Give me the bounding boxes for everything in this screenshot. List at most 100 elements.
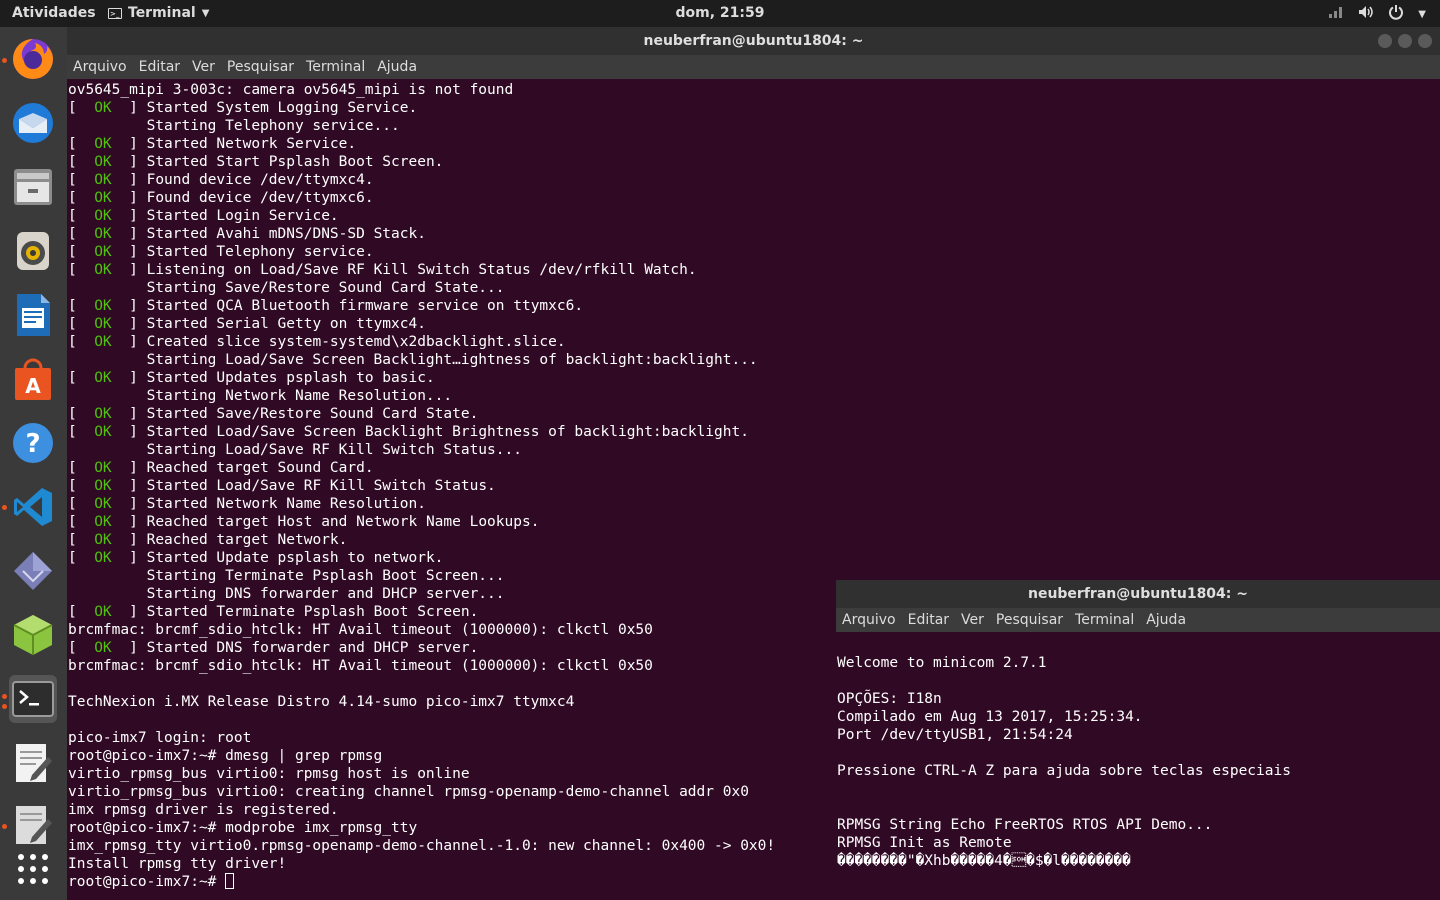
dock-item-software[interactable]: A [9, 355, 57, 403]
terminal-line-text: ov5645_mipi 3-003c: camera ov5645_mipi i… [68, 82, 514, 98]
terminal-line-text: Started Telephony service. [146, 244, 374, 260]
dock-item-thunderbird[interactable] [9, 99, 57, 147]
svg-text:A: A [25, 374, 41, 398]
menu-ajuda[interactable]: Ajuda [377, 59, 417, 75]
terminal-line: [ OK ] Created slice system-systemd\x2db… [68, 334, 566, 350]
running-indicator [2, 694, 7, 699]
terminal-line-text: Started Save/Restore Sound Card State. [146, 406, 479, 422]
terminal-line-text: Starting Telephony service... [68, 118, 400, 134]
running-indicator [2, 58, 7, 63]
writer-icon [17, 294, 50, 336]
terminal-line: [ OK ] Started Network Name Resolution. [68, 496, 426, 512]
menu-pesquisar[interactable]: Pesquisar [996, 612, 1063, 628]
window-title: neuberfran@ubuntu1804: ~ [643, 33, 864, 49]
dock-item-help[interactable]: ? [9, 419, 57, 467]
dock-item-firefox[interactable] [9, 35, 57, 83]
maximize-button[interactable] [1398, 34, 1412, 48]
terminal-line: [ OK ] Started Updates psplash to basic. [68, 370, 435, 386]
terminal-line-text: Started Terminate Psplash Boot Screen. [146, 604, 479, 620]
text-editor-icon [16, 806, 52, 844]
system-tray[interactable]: ▼ [1328, 4, 1426, 24]
ok-status: OK [94, 514, 112, 530]
terminal-line-text: Started Updates psplash to basic. [146, 370, 435, 386]
menu-pesquisar[interactable]: Pesquisar [227, 59, 294, 75]
terminal-line-text: root@pico-imx7:~# dmesg | grep rpmsg [68, 748, 383, 764]
menu-ver[interactable]: Ver [192, 59, 215, 75]
terminal-line: virtio_rpmsg_bus virtio0: rpmsg host is … [68, 765, 775, 783]
menu-terminal[interactable]: Terminal [1075, 612, 1134, 628]
terminal-line: pico-imx7 login: root [68, 729, 775, 747]
ok-status: OK [94, 154, 112, 170]
ok-status: OK [94, 190, 112, 206]
ok-status: OK [94, 478, 112, 494]
dock-item-app-cube[interactable] [9, 611, 57, 659]
speaker-icon [17, 232, 49, 270]
ok-status: OK [94, 244, 112, 260]
network-icon[interactable] [1328, 5, 1344, 23]
dock-item-text-editor[interactable] [9, 739, 57, 787]
terminal-line: Starting Terminate Psplash Boot Screen..… [68, 567, 775, 585]
menu-ajuda[interactable]: Ajuda [1146, 612, 1186, 628]
minicom-line [837, 780, 1291, 798]
terminal-line: ov5645_mipi 3-003c: camera ov5645_mipi i… [68, 81, 775, 99]
top-bar: Atividades >_ Terminal ▼ dom, 21:59 ▼ [0, 0, 1440, 27]
terminal-line: [ OK ] Reached target Network. [68, 532, 348, 548]
minicom-line: RPMSG String Echo FreeRTOS RTOS API Demo… [837, 817, 1213, 833]
menu-ver[interactable]: Ver [961, 612, 984, 628]
terminal-line-text: Starting Save/Restore Sound Card State..… [68, 280, 505, 296]
terminal-line: brcmfmac: brcmf_sdio_htclk: HT Avail tim… [68, 657, 775, 675]
clock[interactable]: dom, 21:59 [0, 5, 1440, 21]
ok-status: OK [94, 298, 112, 314]
terminal-line-text: TechNexion i.MX Release Distro 4.14-sumo… [68, 694, 575, 710]
dock-item-rhythmbox[interactable] [9, 227, 57, 275]
volume-icon[interactable] [1358, 5, 1374, 23]
terminal-line: imx rpmsg driver is registered. [68, 801, 775, 819]
terminal-window-minicom[interactable]: neuberfran@ubuntu1804: ~ Arquivo Editar … [836, 580, 1440, 900]
menu-arquivo[interactable]: Arquivo [842, 612, 896, 628]
ok-status: OK [94, 100, 112, 116]
minicom-line: Welcome to minicom 2.7.1 [837, 655, 1047, 671]
terminal-line-text: pico-imx7 login: root [68, 730, 252, 746]
menu-editar[interactable]: Editar [139, 59, 180, 75]
text-editor-icon [16, 744, 52, 782]
ok-status: OK [94, 406, 112, 422]
menu-editar[interactable]: Editar [908, 612, 949, 628]
terminal-line: Starting Load/Save RF Kill Switch Status… [68, 441, 775, 459]
window-titlebar[interactable]: neuberfran@ubuntu1804: ~ [67, 27, 1440, 55]
dock-item-app-diamond[interactable] [9, 547, 57, 595]
chevron-down-icon[interactable]: ▼ [1418, 9, 1426, 20]
ok-status: OK [94, 604, 112, 620]
svg-text:?: ? [25, 429, 40, 459]
show-applications-button[interactable] [9, 845, 57, 893]
terminal-line: root@pico-imx7:~# dmesg | grep rpmsg [68, 747, 775, 765]
close-button[interactable] [1418, 34, 1432, 48]
dock-item-terminal[interactable] [9, 675, 57, 723]
grid-icon [18, 854, 48, 884]
terminal-line-text: Started Serial Getty on ttymxc4. [146, 316, 426, 332]
terminal-line: [ OK ] Started Save/Restore Sound Card S… [68, 406, 479, 422]
power-icon[interactable] [1388, 4, 1404, 24]
terminal-line-text: root@pico-imx7:~# modprobe imx_rpmsg_tty [68, 820, 418, 836]
shopping-bag-icon: A [15, 358, 51, 400]
terminal-line-text: root@pico-imx7:~# [68, 874, 226, 890]
terminal-line-text: Started System Logging Service. [146, 100, 418, 116]
dock-item-files[interactable] [9, 163, 57, 211]
dock-item-vscode[interactable] [9, 483, 57, 531]
terminal-line: root@pico-imx7:~# [68, 873, 775, 891]
minicom-output[interactable]: Welcome to minicom 2.7.1 OPÇÕES: I18n Com… [837, 654, 1291, 870]
ok-status: OK [94, 172, 112, 188]
ok-status: OK [94, 550, 112, 566]
window-titlebar[interactable]: neuberfran@ubuntu1804: ~ [836, 580, 1440, 608]
terminal-line-text: virtio_rpmsg_bus virtio0: creating chann… [68, 784, 749, 800]
terminal-output[interactable]: ov5645_mipi 3-003c: camera ov5645_mipi i… [68, 81, 775, 891]
vscode-icon [14, 488, 52, 526]
terminal-line-text: Created slice system-systemd\x2dbackligh… [146, 334, 566, 350]
menu-terminal[interactable]: Terminal [306, 59, 365, 75]
terminal-line-text: brcmfmac: brcmf_sdio_htclk: HT Avail tim… [68, 622, 653, 638]
minimize-button[interactable] [1378, 34, 1392, 48]
terminal-cursor [225, 873, 235, 889]
menu-arquivo[interactable]: Arquivo [73, 59, 127, 75]
dock-item-writer[interactable] [9, 291, 57, 339]
dock-item-text-editor-2[interactable] [9, 801, 57, 849]
